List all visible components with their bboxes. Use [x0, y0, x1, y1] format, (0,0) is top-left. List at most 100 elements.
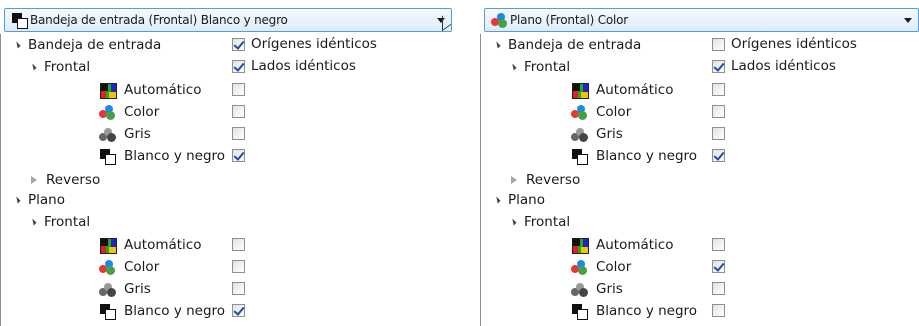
selection-dropdown[interactable]: Bandeja de entrada (Frontal) Blanco y ne… [4, 8, 452, 32]
color-icon [491, 12, 507, 28]
mode-label: Automático [124, 82, 202, 98]
mode-row-automatico[interactable]: Automático [99, 234, 202, 256]
automatico-checkbox[interactable] [712, 83, 725, 96]
color-checkbox[interactable] [232, 105, 245, 118]
tree-node-label: Frontal [44, 59, 91, 75]
tree-node-plano[interactable]: Plano [13, 189, 65, 211]
tree-node-label: Plano [508, 192, 545, 208]
tree-node-label: Reverso [46, 172, 101, 188]
origenes-identicos-checkbox[interactable] [712, 38, 725, 51]
automatico-checkbox[interactable] [232, 238, 245, 251]
gray-icon [571, 126, 589, 143]
mode-label: Blanco y negro [596, 303, 698, 319]
blanco-negro-checkbox[interactable] [712, 149, 725, 162]
mode-label: Gris [596, 281, 623, 297]
color-icon [99, 259, 117, 276]
mode-row-automatico[interactable]: Automático [571, 234, 674, 256]
mode-row-gris[interactable]: Gris [99, 123, 151, 145]
color-checkbox[interactable] [712, 260, 725, 273]
lados-identicos-label: Lados idénticos [251, 58, 356, 74]
tree-node-label: Frontal [524, 214, 571, 230]
mode-row-color[interactable]: Color [571, 101, 631, 123]
gris-checkbox[interactable] [232, 127, 245, 140]
tree-node-label: Plano [28, 192, 65, 208]
blanco-negro-checkbox[interactable] [712, 304, 725, 317]
gray-icon [99, 281, 117, 298]
expand-triangle-icon[interactable] [13, 41, 21, 49]
scan-settings-panel-right: Plano (Frontal) Color Bandeja de entrada… [480, 0, 919, 326]
mode-row-color[interactable]: Color [571, 256, 631, 278]
mode-row-blanco-negro[interactable]: Blanco y negro [99, 145, 225, 167]
tree-node-bandeja[interactable]: Bandeja de entrada [13, 34, 162, 56]
expand-triangle-icon[interactable] [509, 63, 517, 71]
expand-triangle-icon[interactable] [493, 196, 501, 204]
mode-row-gris[interactable]: Gris [571, 123, 623, 145]
mode-row-color[interactable]: Color [99, 101, 159, 123]
mode-row-blanco-negro[interactable]: Blanco y negro [571, 145, 697, 167]
expand-triangle-icon[interactable] [29, 218, 37, 226]
tree-node-frontal[interactable]: Frontal [509, 56, 571, 78]
gray-icon [99, 126, 117, 143]
collapse-triangle-icon[interactable] [511, 176, 517, 184]
origenes-identicos-label: Orígenes idénticos [731, 36, 857, 52]
auto-icon [99, 82, 117, 99]
mode-label: Automático [596, 82, 674, 98]
origenes-identicos-checkbox[interactable] [232, 38, 245, 51]
settings-tree: Bandeja de entrada Orígenes idénticos Fr… [0, 34, 452, 326]
color-icon [99, 104, 117, 121]
tree-node-plano-frontal[interactable]: Frontal [509, 211, 571, 233]
lados-identicos-checkbox[interactable] [232, 60, 245, 73]
selection-dropdown[interactable]: Plano (Frontal) Color [484, 8, 919, 32]
expand-triangle-icon[interactable] [13, 196, 21, 204]
mode-label: Blanco y negro [124, 148, 226, 164]
chevron-down-icon[interactable] [904, 18, 912, 23]
color-checkbox[interactable] [712, 105, 725, 118]
scan-settings-panel-left: Bandeja de entrada (Frontal) Blanco y ne… [0, 0, 452, 326]
tree-node-frontal[interactable]: Frontal [29, 56, 91, 78]
mode-label: Color [596, 259, 632, 275]
origenes-identicos-label: Orígenes idénticos [251, 36, 377, 52]
mode-row-automatico[interactable]: Automático [99, 79, 202, 101]
tree-node-label: Bandeja de entrada [508, 37, 642, 53]
tree-node-label: Frontal [44, 214, 91, 230]
tree-node-label: Frontal [524, 59, 571, 75]
gris-checkbox[interactable] [712, 282, 725, 295]
automatico-checkbox[interactable] [232, 83, 245, 96]
mode-row-color[interactable]: Color [99, 256, 159, 278]
expand-triangle-icon[interactable] [509, 218, 517, 226]
tree-node-plano-frontal[interactable]: Frontal [29, 211, 91, 233]
gris-checkbox[interactable] [232, 282, 245, 295]
auto-icon [99, 237, 117, 254]
mode-row-gris[interactable]: Gris [571, 278, 623, 300]
blanco-negro-checkbox[interactable] [232, 149, 245, 162]
color-icon [571, 259, 589, 276]
expand-triangle-icon[interactable] [29, 63, 37, 71]
tree-node-reverso[interactable]: Reverso [511, 169, 580, 191]
mode-row-blanco-negro[interactable]: Blanco y negro [571, 300, 697, 322]
mode-label: Gris [124, 281, 151, 297]
mode-label: Blanco y negro [596, 148, 698, 164]
tree-node-reverso[interactable]: Reverso [31, 169, 100, 191]
black-white-icon [99, 303, 117, 320]
lados-identicos-checkbox[interactable] [712, 60, 725, 73]
mode-row-automatico[interactable]: Automático [571, 79, 674, 101]
dropdown-label: Plano (Frontal) Color [510, 13, 629, 27]
gray-icon [571, 281, 589, 298]
mode-row-blanco-negro[interactable]: Blanco y negro [99, 300, 225, 322]
mode-label: Gris [124, 126, 151, 142]
settings-tree: Bandeja de entrada Orígenes idénticos Fr… [480, 34, 919, 326]
mode-label: Gris [596, 126, 623, 142]
tree-node-plano[interactable]: Plano [493, 189, 545, 211]
collapse-triangle-icon[interactable] [31, 176, 37, 184]
tree-node-bandeja[interactable]: Bandeja de entrada [493, 34, 642, 56]
automatico-checkbox[interactable] [712, 238, 725, 251]
blanco-negro-checkbox[interactable] [232, 304, 245, 317]
tree-node-label: Bandeja de entrada [28, 37, 162, 53]
auto-icon [571, 237, 589, 254]
gris-checkbox[interactable] [712, 127, 725, 140]
mode-label: Color [124, 259, 160, 275]
expand-triangle-icon[interactable] [493, 41, 501, 49]
mode-row-gris[interactable]: Gris [99, 278, 151, 300]
dropdown-label: Bandeja de entrada (Frontal) Blanco y ne… [30, 13, 288, 27]
color-checkbox[interactable] [232, 260, 245, 273]
